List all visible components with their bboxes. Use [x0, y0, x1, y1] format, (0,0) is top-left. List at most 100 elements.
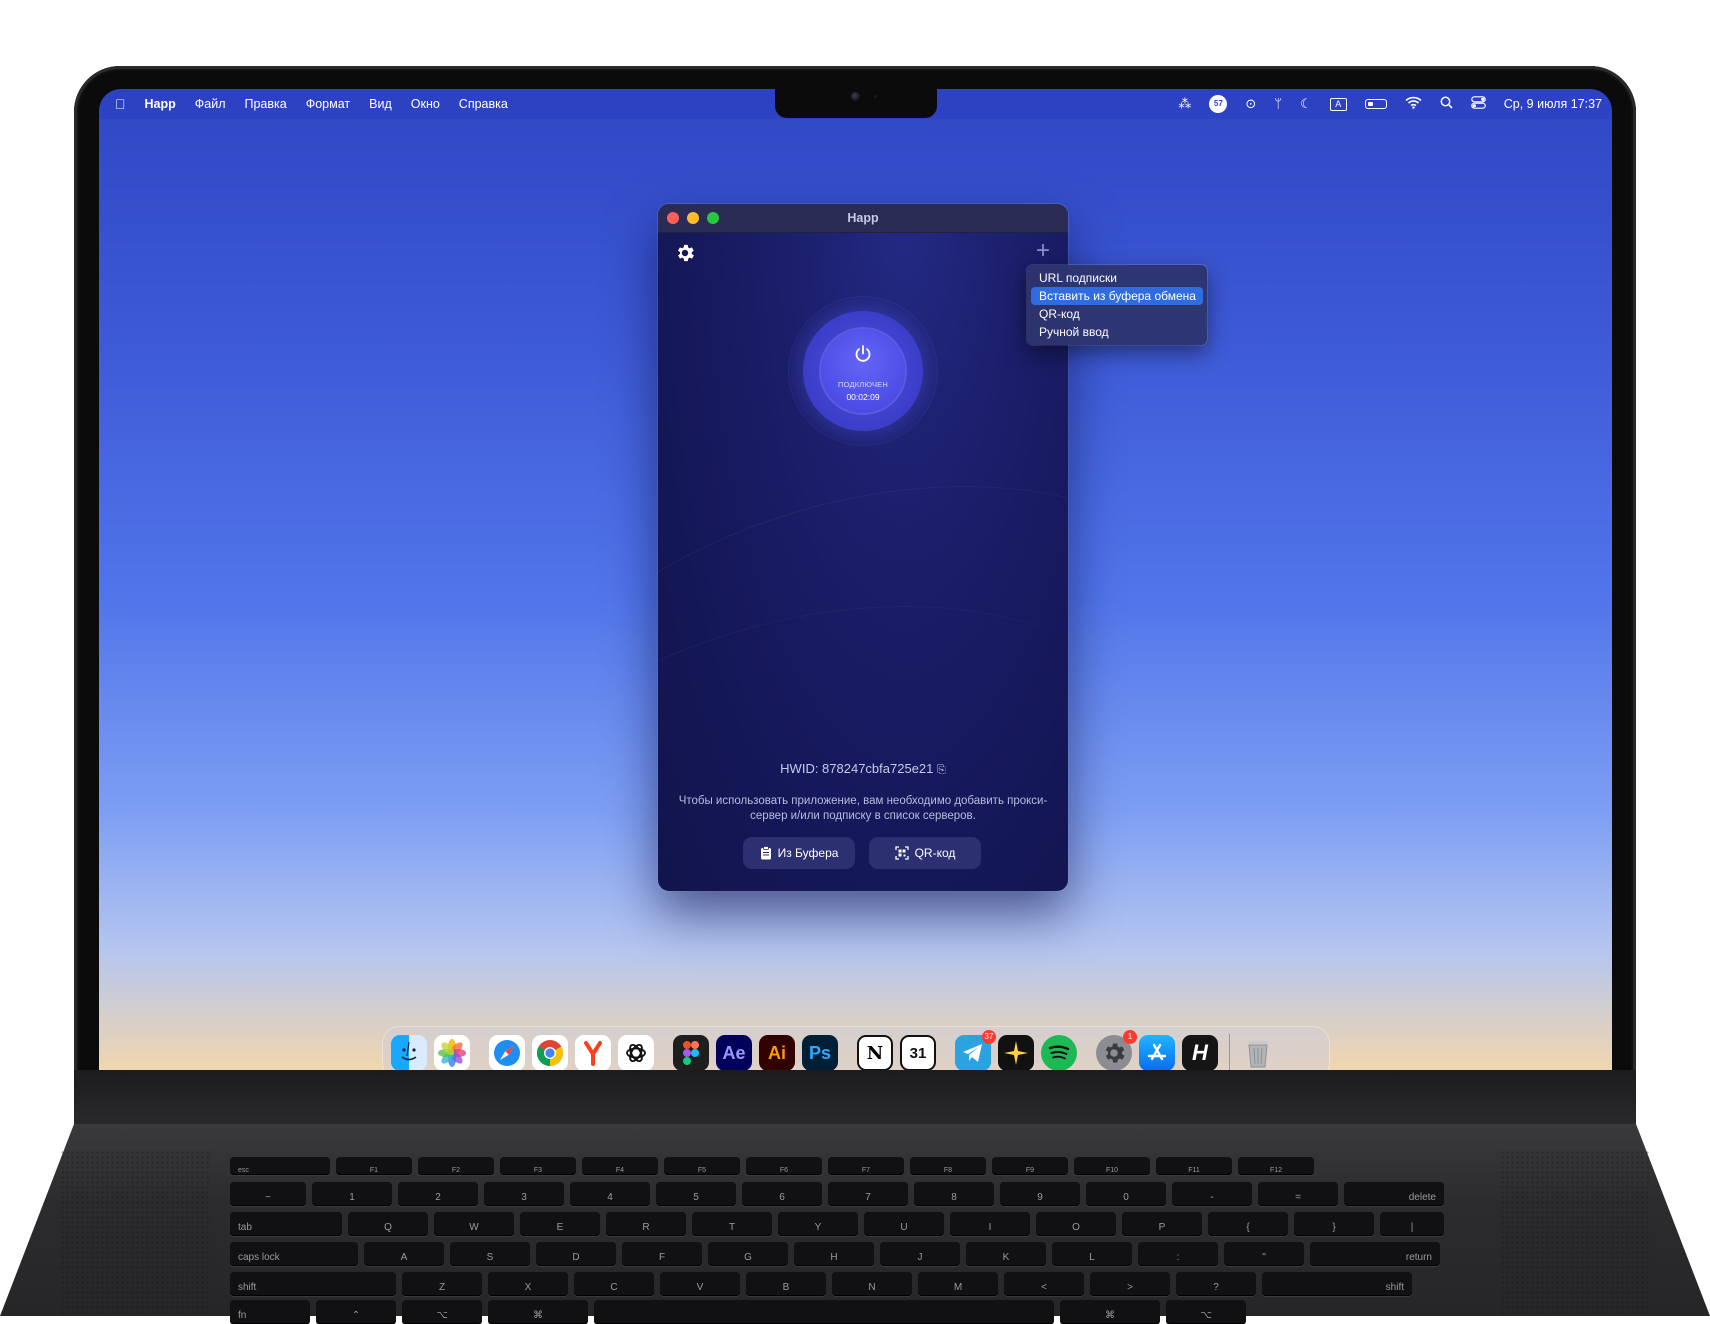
- key-option[interactable]: ⌥: [402, 1300, 482, 1324]
- key-esc[interactable]: esc: [230, 1157, 330, 1175]
- key-fn[interactable]: fn: [230, 1300, 310, 1324]
- settings-gear-icon[interactable]: [674, 242, 696, 264]
- key-9[interactable]: 9: [1000, 1182, 1080, 1206]
- power-icon[interactable]: [853, 344, 873, 364]
- moon-icon[interactable]: ☾: [1300, 97, 1312, 111]
- key-5[interactable]: 5: [656, 1182, 736, 1206]
- menu-view[interactable]: Вид: [369, 97, 392, 111]
- telegram-icon[interactable]: 37: [955, 1030, 996, 1070]
- key-8[interactable]: 8: [914, 1182, 994, 1206]
- key-g[interactable]: G: [708, 1242, 788, 1266]
- trash-icon[interactable]: [1240, 1035, 1276, 1070]
- menu-edit[interactable]: Правка: [244, 97, 286, 111]
- key-space[interactable]: [594, 1300, 1054, 1324]
- airpods-icon[interactable]: ᛘ: [1274, 97, 1282, 111]
- menu-clock[interactable]: Ср, 9 июля 17:37: [1504, 97, 1602, 111]
- window-titlebar[interactable]: Happ: [658, 204, 1068, 233]
- finder-icon[interactable]: [391, 1035, 427, 1070]
- key-6[interactable]: 6: [742, 1182, 822, 1206]
- key-f10[interactable]: F10: [1074, 1157, 1150, 1175]
- menu-item-qr-code[interactable]: QR-код: [1031, 305, 1203, 323]
- key-shift-right[interactable]: shift: [1262, 1272, 1412, 1296]
- key-7[interactable]: 7: [828, 1182, 908, 1206]
- hwid-text[interactable]: HWID: 878247cbfa725e21 ⎘: [658, 761, 1068, 777]
- key-f12[interactable]: F12: [1238, 1157, 1314, 1175]
- search-icon[interactable]: [1440, 96, 1453, 112]
- key-question[interactable]: ?: [1176, 1272, 1256, 1296]
- key-d[interactable]: D: [536, 1242, 616, 1266]
- key-i[interactable]: I: [950, 1212, 1030, 1236]
- key-delete[interactable]: delete: [1344, 1182, 1444, 1206]
- key-c[interactable]: C: [574, 1272, 654, 1296]
- notion-calendar-icon[interactable]: 31: [900, 1035, 936, 1070]
- control-center-icon[interactable]: [1470, 96, 1486, 112]
- key-4[interactable]: 4: [570, 1182, 650, 1206]
- key-caps-lock[interactable]: caps lock: [230, 1242, 358, 1266]
- key-left-brace[interactable]: {: [1208, 1212, 1288, 1236]
- add-server-plus-icon[interactable]: +: [1032, 239, 1054, 263]
- key-f11[interactable]: F11: [1156, 1157, 1232, 1175]
- key-x[interactable]: X: [488, 1272, 568, 1296]
- battery-icon[interactable]: [1364, 99, 1387, 109]
- menu-item-subscription-url[interactable]: URL подписки: [1031, 269, 1203, 287]
- menu-window[interactable]: Окно: [411, 97, 440, 111]
- menu-help[interactable]: Справка: [459, 97, 508, 111]
- chatgpt-icon[interactable]: [618, 1035, 654, 1070]
- key-e[interactable]: E: [520, 1212, 600, 1236]
- key-command[interactable]: ⌘: [488, 1300, 588, 1324]
- menu-item-manual-entry[interactable]: Ручной ввод: [1031, 323, 1203, 341]
- key-minus[interactable]: -: [1172, 1182, 1252, 1206]
- key-t[interactable]: T: [692, 1212, 772, 1236]
- key-f7[interactable]: F7: [828, 1157, 904, 1175]
- app-store-icon[interactable]: [1139, 1035, 1175, 1070]
- illustrator-icon[interactable]: Ai: [759, 1035, 795, 1070]
- key-y[interactable]: Y: [778, 1212, 858, 1236]
- paste-from-clipboard-button[interactable]: Из Буфера: [743, 837, 855, 869]
- chatgpt-icon[interactable]: 57: [1209, 95, 1228, 113]
- key-0[interactable]: 0: [1086, 1182, 1166, 1206]
- key-quote[interactable]: ": [1224, 1242, 1304, 1266]
- key-l[interactable]: L: [1052, 1242, 1132, 1266]
- key-return[interactable]: return: [1310, 1242, 1440, 1266]
- menu-format[interactable]: Формат: [306, 97, 350, 111]
- key-z[interactable]: Z: [402, 1272, 482, 1296]
- key-tab[interactable]: tab: [230, 1212, 342, 1236]
- photos-icon[interactable]: [434, 1035, 470, 1070]
- happ-icon[interactable]: H: [1182, 1035, 1218, 1070]
- key-colon[interactable]: :: [1138, 1242, 1218, 1266]
- menu-app-name[interactable]: Happ: [145, 97, 176, 111]
- key-command-right[interactable]: ⌘: [1060, 1300, 1160, 1324]
- key-shift-left[interactable]: shift: [230, 1272, 396, 1296]
- scan-qr-button[interactable]: QR-код: [869, 837, 981, 869]
- safari-icon[interactable]: [489, 1035, 525, 1070]
- key-h[interactable]: H: [794, 1242, 874, 1266]
- key-j[interactable]: J: [880, 1242, 960, 1266]
- key-q[interactable]: Q: [348, 1212, 428, 1236]
- yandex-browser-icon[interactable]: [575, 1035, 611, 1070]
- figma-icon[interactable]: ⁂: [1178, 97, 1191, 111]
- key-1[interactable]: 1: [312, 1182, 392, 1206]
- key-r[interactable]: R: [606, 1212, 686, 1236]
- apple-menu-icon[interactable]: : [115, 96, 126, 112]
- key-b[interactable]: B: [746, 1272, 826, 1296]
- wifi-icon[interactable]: [1405, 96, 1422, 112]
- key-less-than[interactable]: <: [1004, 1272, 1084, 1296]
- key-m[interactable]: M: [918, 1272, 998, 1296]
- chrome-icon[interactable]: [532, 1035, 568, 1070]
- figma-icon[interactable]: [673, 1035, 709, 1070]
- key-f4[interactable]: F4: [582, 1157, 658, 1175]
- key-u[interactable]: U: [864, 1212, 944, 1236]
- copy-icon[interactable]: ⎘: [937, 764, 946, 776]
- key-s[interactable]: S: [450, 1242, 530, 1266]
- notion-icon[interactable]: N: [857, 1035, 893, 1070]
- key-n[interactable]: N: [832, 1272, 912, 1296]
- key-o[interactable]: O: [1036, 1212, 1116, 1236]
- key-f[interactable]: F: [622, 1242, 702, 1266]
- key-w[interactable]: W: [434, 1212, 514, 1236]
- key-f8[interactable]: F8: [910, 1157, 986, 1175]
- menu-file[interactable]: Файл: [195, 97, 226, 111]
- key-a[interactable]: A: [364, 1242, 444, 1266]
- system-settings-icon[interactable]: 1: [1096, 1030, 1137, 1070]
- key-p[interactable]: P: [1122, 1212, 1202, 1236]
- key-f3[interactable]: F3: [500, 1157, 576, 1175]
